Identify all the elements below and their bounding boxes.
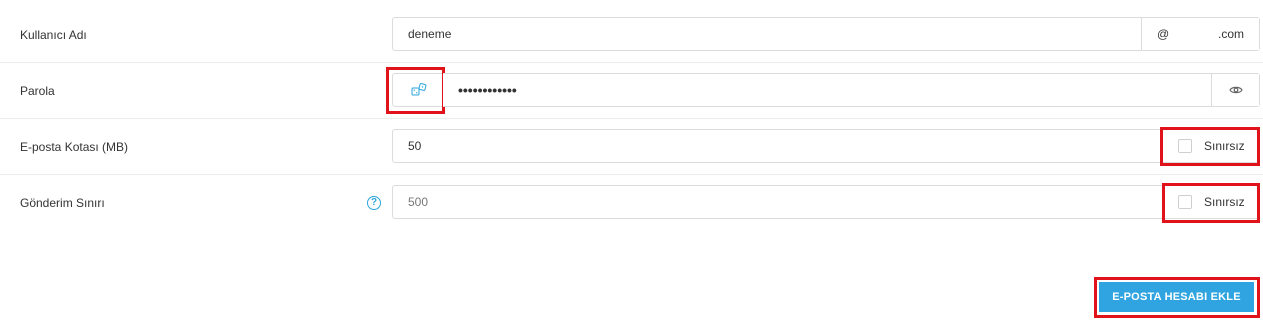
password-input[interactable]	[443, 74, 1211, 106]
domain-suffix: .com	[1217, 27, 1244, 41]
quota-input[interactable]	[393, 130, 1259, 162]
send-limit-input[interactable]	[393, 186, 1259, 218]
domain-addon: @ .com	[1141, 18, 1259, 50]
send-limit-label: Gönderim Sınırı	[20, 196, 105, 210]
dice-icon	[411, 83, 427, 96]
generate-password-button[interactable]	[392, 73, 446, 107]
username-label: Kullanıcı Adı	[20, 28, 87, 42]
send-limit-input-group	[392, 185, 1260, 219]
send-limit-unlimited-checkbox[interactable]	[1178, 195, 1192, 209]
username-input[interactable]	[393, 18, 1141, 50]
send-limit-unlimited-label: Sınırsız	[1204, 195, 1245, 209]
quota-row: E-posta Kotası (MB) Sınırsız	[0, 119, 1263, 175]
quota-input-group	[392, 129, 1260, 163]
send-limit-row: Gönderim Sınırı ? Sınırsız	[0, 175, 1263, 231]
username-row: Kullanıcı Adı @ .com	[0, 7, 1263, 63]
username-input-group: @ .com	[392, 17, 1260, 51]
toggle-password-visibility-button[interactable]	[1211, 74, 1259, 106]
send-limit-unlimited-option[interactable]: Sınırsız	[1178, 185, 1245, 219]
eye-icon	[1228, 86, 1243, 94]
password-input-group	[443, 73, 1260, 107]
quota-unlimited-option[interactable]: Sınırsız	[1178, 129, 1245, 163]
password-row: Parola	[0, 63, 1263, 119]
quota-label: E-posta Kotası (MB)	[20, 140, 129, 154]
quota-unlimited-label: Sınırsız	[1204, 139, 1245, 153]
password-label: Parola	[20, 84, 55, 98]
add-email-account-button[interactable]: E-POSTA HESABI EKLE	[1099, 282, 1254, 312]
help-icon[interactable]: ?	[367, 196, 381, 210]
domain-at-sign: @	[1157, 27, 1170, 41]
quota-unlimited-checkbox[interactable]	[1178, 139, 1192, 153]
